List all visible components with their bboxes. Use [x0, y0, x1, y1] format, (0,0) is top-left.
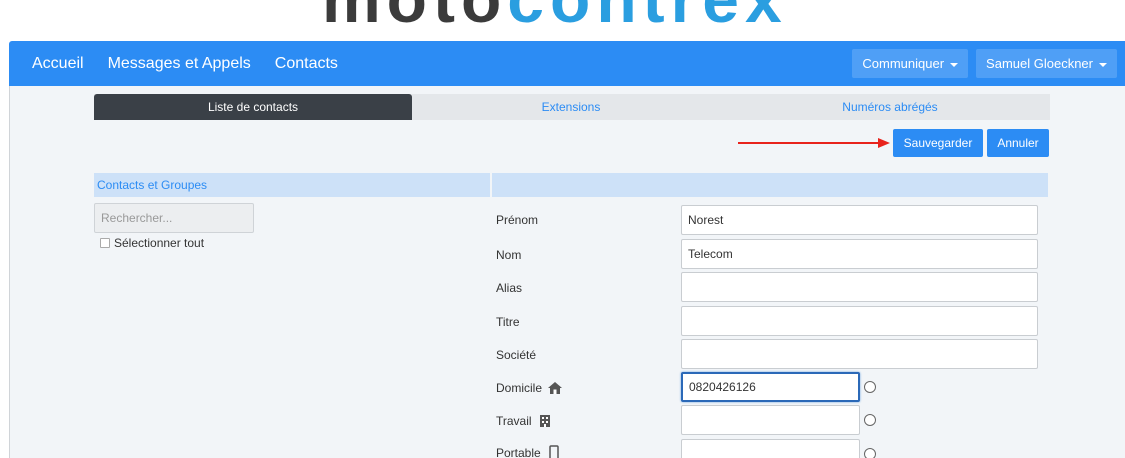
- nom-input[interactable]: [681, 239, 1038, 269]
- contacts-groups-header: Contacts et Groupes: [94, 173, 490, 197]
- cancel-button[interactable]: Annuler: [987, 129, 1049, 157]
- home-icon: [548, 382, 563, 394]
- label-alias: Alias: [496, 281, 522, 295]
- nav-link-messages-appels[interactable]: Messages et Appels: [96, 55, 263, 73]
- mobile-phone-icon: [548, 445, 559, 458]
- tab-extensions[interactable]: Extensions: [412, 94, 730, 120]
- societe-input[interactable]: [681, 339, 1038, 369]
- logo-part-b: contrex: [507, 0, 787, 36]
- form-header: [492, 173, 1048, 197]
- prenom-input[interactable]: [681, 205, 1038, 235]
- label-text: Alias: [496, 281, 523, 295]
- nav-link-contacts[interactable]: Contacts: [263, 55, 350, 73]
- label-travail: Travail: [496, 413, 553, 429]
- tab-bar: Liste de contacts Extensions Numéros abr…: [94, 94, 1050, 120]
- label-text: Domicile: [496, 381, 543, 395]
- search-input[interactable]: [94, 203, 254, 233]
- communicate-label: Communiquer: [862, 56, 945, 71]
- user-dropdown[interactable]: Samuel Gloeckner: [976, 49, 1117, 78]
- caret-down-icon: [950, 62, 959, 67]
- select-all-checkbox[interactable]: [100, 238, 110, 248]
- logo-part-a: moto: [322, 0, 507, 36]
- label-portable: Portable: [496, 445, 562, 458]
- label-titre: Titre: [496, 315, 520, 329]
- label-text: Titre: [496, 315, 520, 329]
- logo: motocontrex: [322, 0, 788, 32]
- domicile-default-radio[interactable]: [864, 381, 876, 393]
- top-navbar: Accueil Messages et Appels Contacts Comm…: [9, 41, 1125, 86]
- label-text: Travail: [496, 414, 532, 428]
- domicile-input[interactable]: [681, 372, 860, 402]
- label-text: Portable: [496, 446, 541, 458]
- nav-right: Communiquer Samuel Gloeckner: [852, 41, 1125, 86]
- titre-input[interactable]: [681, 306, 1038, 336]
- tab-contact-list[interactable]: Liste de contacts: [94, 94, 412, 120]
- travail-default-radio[interactable]: [864, 414, 876, 426]
- nav-link-accueil[interactable]: Accueil: [9, 55, 96, 73]
- label-text: Prénom: [496, 213, 539, 227]
- label-domicile: Domicile: [496, 380, 563, 396]
- save-button[interactable]: Sauvegarder: [893, 129, 983, 157]
- alias-input[interactable]: [681, 272, 1038, 302]
- main-content: Liste de contacts Extensions Numéros abr…: [9, 86, 1125, 458]
- user-label: Samuel Gloeckner: [986, 56, 1093, 71]
- caret-down-icon: [1099, 62, 1107, 67]
- communicate-dropdown[interactable]: Communiquer: [852, 49, 969, 78]
- travail-input[interactable]: [681, 405, 860, 435]
- label-societe: Société: [496, 348, 536, 362]
- portable-default-radio[interactable]: [864, 448, 876, 458]
- nav-links: Accueil Messages et Appels Contacts: [9, 41, 350, 86]
- portable-input[interactable]: [681, 439, 860, 458]
- select-all-label: Sélectionner tout: [114, 236, 205, 250]
- logo-strip: motocontrex: [0, 0, 1125, 40]
- label-text: Nom: [496, 248, 522, 262]
- select-all[interactable]: Sélectionner tout: [100, 236, 204, 250]
- label-prenom: Prénom: [496, 213, 538, 227]
- building-icon: [539, 415, 550, 427]
- label-nom: Nom: [496, 248, 521, 262]
- red-arrow-annotation: [738, 138, 890, 148]
- label-text: Société: [496, 348, 537, 362]
- tab-speed-dials[interactable]: Numéros abrégés: [730, 94, 1050, 120]
